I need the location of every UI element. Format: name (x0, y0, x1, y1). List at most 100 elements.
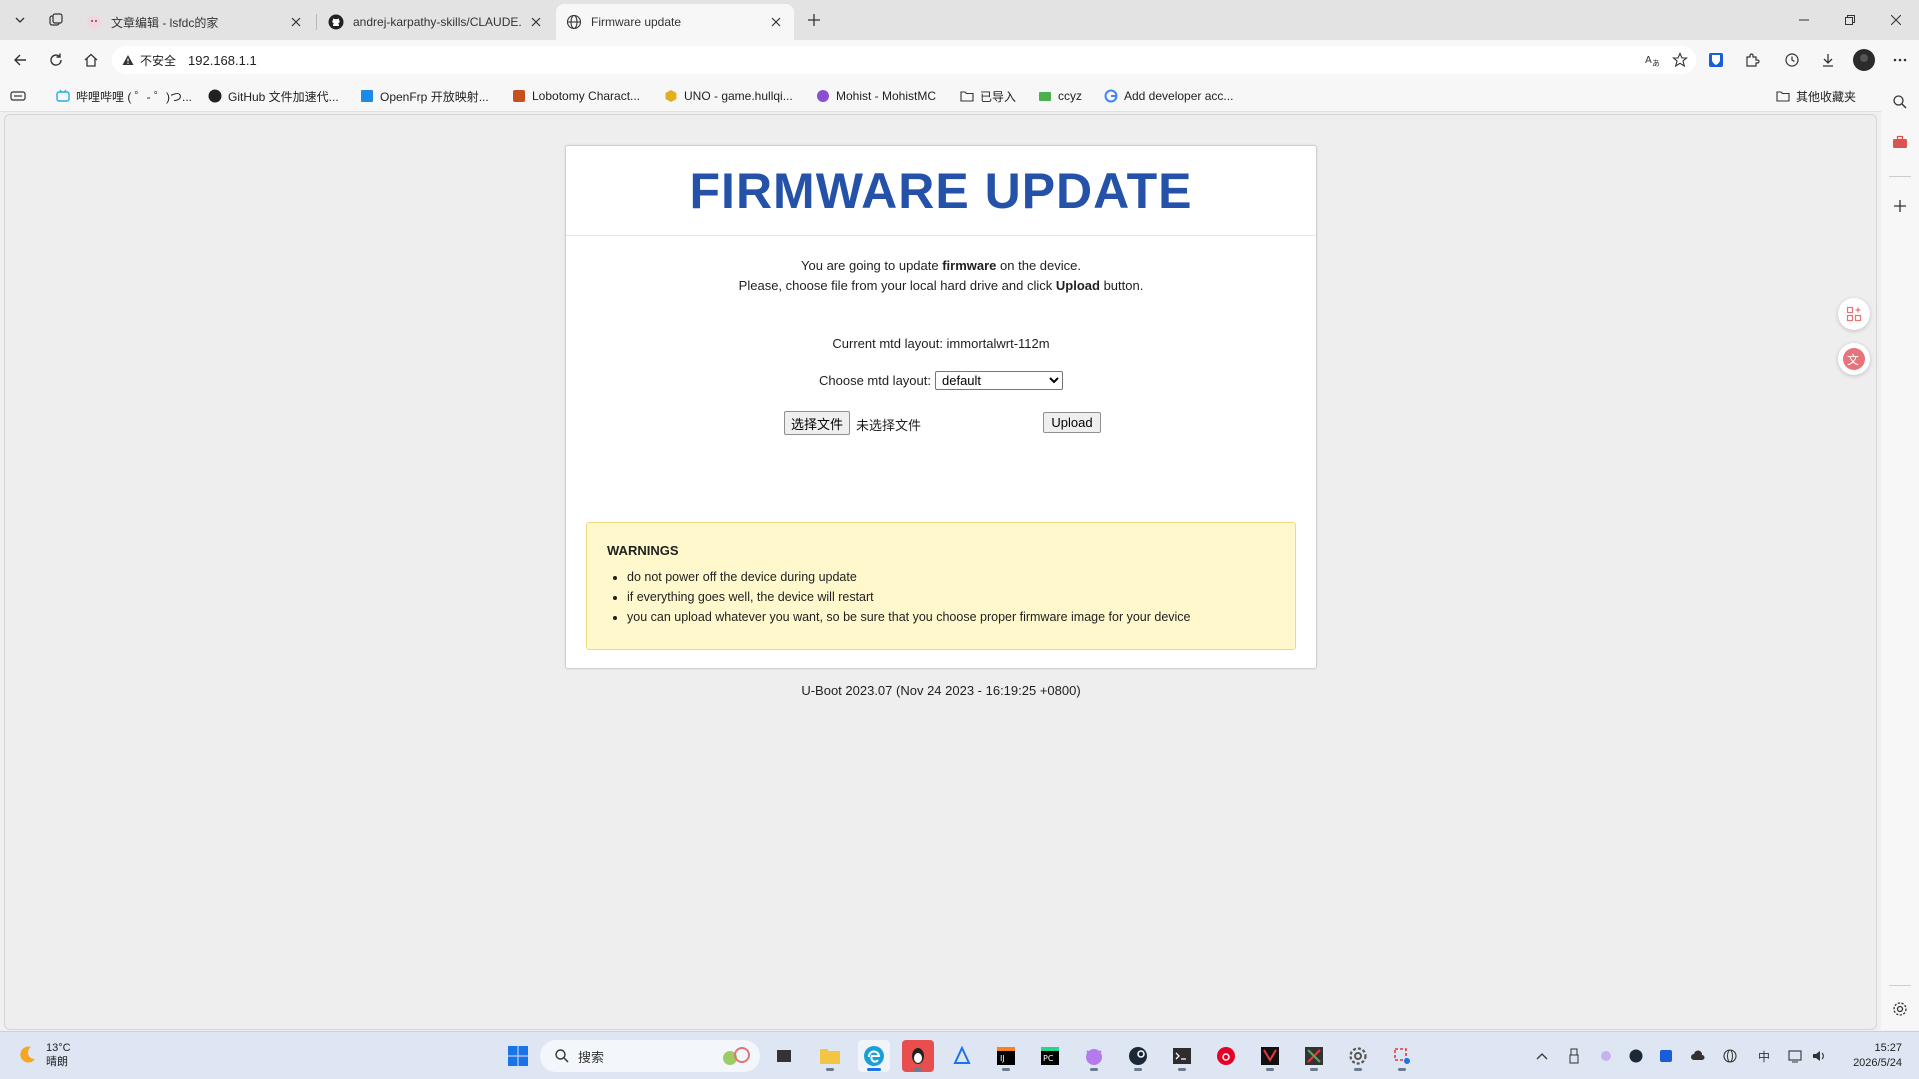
terminal-icon (1173, 1048, 1191, 1064)
bookmark-item[interactable]: Lobotomy Charact... (512, 87, 640, 105)
address-toolbar: 不安全 192.168.1.1 Aあ (0, 40, 1919, 80)
bookmark-item[interactable]: Mohist - MohistMC (816, 87, 936, 105)
file-explorer-app[interactable] (814, 1040, 846, 1072)
toolbox-icon[interactable] (1888, 130, 1912, 154)
bookmark-item[interactable]: Add developer acc... (1104, 87, 1233, 105)
warning-triangle-icon[interactable] (122, 54, 134, 66)
choose-file-button[interactable]: 选择文件 (784, 411, 851, 435)
bookmark-folder[interactable]: 已导入 (960, 87, 1016, 105)
restore-button[interactable] (1827, 0, 1873, 40)
ime-indicator[interactable]: 中 (1756, 1048, 1772, 1064)
apps-float-button[interactable] (1838, 298, 1870, 330)
settings-gear-icon (1349, 1047, 1367, 1065)
cloud-tray-icon[interactable] (1690, 1048, 1706, 1064)
copilot-tray-icon[interactable] (1598, 1048, 1614, 1064)
usb-icon[interactable] (1566, 1048, 1582, 1064)
close-tab-icon[interactable] (528, 14, 544, 30)
page-title: FIRMWARE UPDATE (689, 162, 1193, 219)
close-window-button[interactable] (1873, 0, 1919, 40)
task-view-icon (777, 1050, 791, 1062)
taskbar-clock[interactable]: 15:27 2026/5/24 (1840, 1041, 1902, 1071)
back-button[interactable] (6, 46, 34, 74)
tab-title: 文章编辑 - lsfdc的家 (111, 15, 219, 30)
upload-button[interactable]: Upload (1043, 412, 1101, 433)
display-icon[interactable] (1788, 1048, 1804, 1064)
search-placeholder: 搜索 (578, 1049, 605, 1065)
svg-text:IJ: IJ (1000, 1054, 1005, 1063)
mohist-icon (816, 89, 830, 103)
add-sidebar-app-icon[interactable] (1888, 194, 1912, 218)
edge-icon (864, 1046, 884, 1066)
volume-icon[interactable] (1812, 1048, 1828, 1064)
reading-list-icon[interactable] (10, 87, 26, 105)
edge-app[interactable] (858, 1040, 890, 1072)
pycharm-app[interactable]: PC (1034, 1040, 1066, 1072)
tab-article-edit[interactable]: 文章编辑 - lsfdc的家 (76, 4, 314, 40)
intro-line-1: You are going to update firmware on the … (801, 258, 1081, 273)
weather-widget[interactable]: 13°C 晴朗 (16, 1041, 71, 1069)
bookmark-item[interactable]: OpenFrp 开放映射... (360, 87, 489, 105)
bookmark-item[interactable]: UNO - game.hullqi... (664, 87, 793, 105)
new-tab-button[interactable] (800, 6, 828, 34)
active-indicator (867, 1068, 881, 1071)
settings-app[interactable] (1342, 1040, 1374, 1072)
current-mtd-layout: Current mtd layout: immortalwrt-112m (832, 336, 1050, 351)
tab-actions-button[interactable] (6, 6, 34, 34)
mtd-layout-select[interactable]: default (935, 371, 1063, 390)
intellij-icon: IJ (997, 1047, 1015, 1065)
other-bookmarks-folder[interactable]: 其他收藏夹 (1776, 87, 1856, 105)
tab-strip: 文章编辑 - lsfdc的家 andrej-karpathy-skills/CL… (0, 0, 1919, 40)
network-globe-icon[interactable] (1722, 1048, 1738, 1064)
url-text[interactable]: 192.168.1.1 (188, 53, 257, 68)
bookmark-item[interactable]: 哔哩哔哩 ( ゜- ゜)つ... (56, 87, 192, 105)
workspaces-button[interactable] (42, 6, 70, 34)
taskbar-search[interactable]: 搜索 (540, 1040, 760, 1072)
minimize-button[interactable] (1781, 0, 1827, 40)
tab-github-claude[interactable]: andrej-karpathy-skills/CLAUDE.md (318, 4, 554, 40)
choose-mtd-row: Choose mtd layout: default (566, 371, 1316, 390)
translate-icon[interactable]: Aあ (1642, 52, 1662, 68)
profile-avatar[interactable] (1850, 46, 1878, 74)
sidebar-settings-icon[interactable] (1888, 997, 1912, 1021)
intellij-app[interactable]: IJ (990, 1040, 1022, 1072)
more-menu-icon[interactable] (1886, 46, 1914, 74)
history-icon[interactable] (1778, 46, 1806, 74)
bitwarden-extension-icon[interactable] (1702, 46, 1730, 74)
tab-title: andrej-karpathy-skills/CLAUDE.md (353, 15, 522, 29)
close-tab-icon[interactable] (768, 14, 784, 30)
terminal-app[interactable] (1166, 1040, 1198, 1072)
search-icon[interactable] (1888, 90, 1912, 114)
cat-app[interactable] (1078, 1040, 1110, 1072)
running-indicator (1266, 1068, 1274, 1071)
snipping-tool-app[interactable] (1386, 1040, 1418, 1072)
translate-float-button[interactable]: 文 (1838, 343, 1870, 375)
steam-app[interactable] (1122, 1040, 1154, 1072)
close-tab-icon[interactable] (288, 14, 304, 30)
running-indicator (1002, 1068, 1010, 1071)
red-app[interactable] (1254, 1040, 1286, 1072)
bookmark-item[interactable]: GitHub 文件加速代... (208, 87, 339, 105)
downloads-icon[interactable] (1814, 46, 1842, 74)
app-store-app[interactable] (946, 1040, 978, 1072)
start-button[interactable] (502, 1040, 534, 1072)
refresh-button[interactable] (42, 46, 70, 74)
task-view-app[interactable] (768, 1040, 800, 1072)
snipping-icon (1394, 1048, 1410, 1064)
bookmark-item[interactable]: ccyz (1038, 87, 1082, 105)
game-app[interactable] (1298, 1040, 1330, 1072)
tray-overflow-chevron-icon[interactable] (1534, 1048, 1550, 1064)
tab-firmware-update[interactable]: Firmware update (556, 4, 794, 40)
security-label[interactable]: 不安全 (140, 52, 176, 69)
extensions-icon[interactable] (1738, 46, 1766, 74)
store-icon (953, 1046, 971, 1064)
warning-item: you can upload whatever you want, so be … (627, 607, 1275, 627)
page-viewport: FIRMWARE UPDATE You are going to update … (4, 114, 1877, 1030)
steam-tray-icon[interactable] (1628, 1048, 1644, 1064)
address-bar[interactable]: 不安全 192.168.1.1 Aあ (112, 46, 1696, 74)
choose-mtd-label: Choose mtd layout: (818, 373, 931, 388)
home-button[interactable] (77, 46, 105, 74)
netease-music-app[interactable] (1210, 1040, 1242, 1072)
favorite-star-icon[interactable] (1670, 52, 1690, 68)
qq-app[interactable] (902, 1040, 934, 1072)
bitwarden-tray-icon[interactable] (1658, 1048, 1674, 1064)
